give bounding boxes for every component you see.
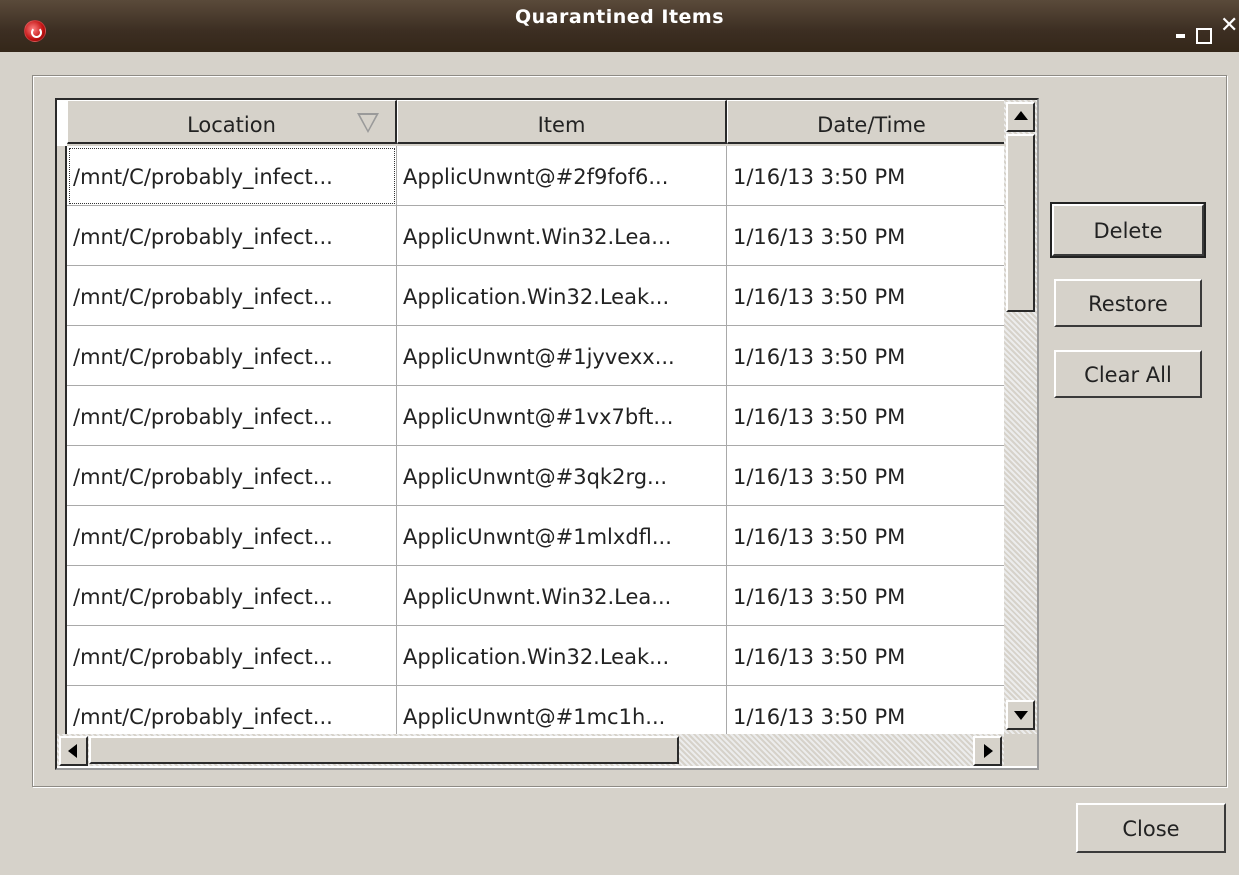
column-header-datetime[interactable]: Date/Time (727, 100, 1017, 144)
table-row[interactable]: /mnt/C/probably_infect... ApplicUnwnt.Wi… (67, 566, 1007, 626)
location-cell: /mnt/C/probably_infect... (67, 266, 397, 326)
clear-all-button[interactable]: Clear All (1054, 350, 1202, 398)
item-cell: Application.Win32.Leak... (397, 266, 727, 326)
item-cell: ApplicUnwnt.Win32.Lea... (397, 566, 727, 626)
column-header-label: Date/Time (817, 113, 926, 137)
vertical-scrollbar[interactable] (1004, 100, 1037, 734)
location-cell: /mnt/C/probably_infect... (67, 686, 397, 734)
datetime-cell: 1/16/13 3:50 PM (727, 446, 1007, 506)
item-cell: ApplicUnwnt@#1vx7bft... (397, 386, 727, 446)
scroll-down-button[interactable] (1006, 700, 1035, 730)
datetime-cell: 1/16/13 3:50 PM (727, 566, 1007, 626)
title-bar[interactable]: Quarantined Items ✕ (0, 0, 1239, 52)
datetime-cell: 1/16/13 3:50 PM (727, 686, 1007, 734)
datetime-cell: 1/16/13 3:50 PM (727, 626, 1007, 686)
scroll-up-button[interactable] (1006, 102, 1035, 132)
table-row[interactable]: /mnt/C/probably_infect... ApplicUnwnt@#1… (67, 506, 1007, 566)
horizontal-scrollbar[interactable] (57, 734, 1004, 766)
window-title: Quarantined Items (514, 6, 725, 28)
datetime-cell: 1/16/13 3:50 PM (727, 146, 1007, 206)
column-header-location[interactable]: Location (67, 100, 397, 144)
table-row[interactable]: /mnt/C/probably_infect... ApplicUnwnt@#1… (67, 326, 1007, 386)
arrow-right-icon (984, 744, 993, 758)
row-header-strip (57, 146, 67, 736)
item-cell: Application.Win32.Leak... (397, 626, 727, 686)
location-cell: /mnt/C/probably_infect... (67, 566, 397, 626)
delete-button[interactable]: Delete (1050, 202, 1206, 258)
location-cell: /mnt/C/probably_infect... (67, 206, 397, 266)
scroll-right-button[interactable] (973, 736, 1002, 766)
column-header-item[interactable]: Item (397, 100, 727, 144)
item-cell: ApplicUnwnt.Win32.Lea... (397, 206, 727, 266)
location-cell: /mnt/C/probably_infect... (67, 386, 397, 446)
close-window-icon[interactable]: ✕ (1220, 15, 1238, 37)
table-row[interactable]: /mnt/C/probably_infect... ApplicUnwnt.Wi… (67, 206, 1007, 266)
datetime-cell: 1/16/13 3:50 PM (727, 326, 1007, 386)
vertical-scroll-thumb[interactable] (1006, 134, 1035, 312)
table-row[interactable]: /mnt/C/probably_infect... ApplicUnwnt@#2… (67, 146, 1007, 206)
column-header-label: Item (537, 113, 586, 137)
arrow-left-icon (68, 744, 77, 758)
sort-descending-icon (357, 113, 379, 133)
table-row[interactable]: /mnt/C/probably_infect... ApplicUnwnt@#1… (67, 386, 1007, 446)
item-cell: ApplicUnwnt@#1mc1h... (397, 686, 727, 734)
datetime-cell: 1/16/13 3:50 PM (727, 206, 1007, 266)
scroll-left-button[interactable] (59, 736, 88, 766)
arrow-down-icon (1014, 711, 1028, 720)
datetime-cell: 1/16/13 3:50 PM (727, 506, 1007, 566)
datetime-cell: 1/16/13 3:50 PM (727, 266, 1007, 326)
quarantine-window: Quarantined Items ✕ Location Item Date/T… (0, 0, 1239, 875)
column-header-label: Location (187, 113, 276, 137)
location-cell: /mnt/C/probably_infect... (67, 326, 397, 386)
table-row[interactable]: /mnt/C/probably_infect... Application.Wi… (67, 626, 1007, 686)
location-cell: /mnt/C/probably_infect... (67, 446, 397, 506)
quarantine-table: Location Item Date/Time /mnt/C/probably_… (55, 98, 1039, 770)
item-cell: ApplicUnwnt@#2f9fof6... (397, 146, 727, 206)
location-cell: /mnt/C/probably_infect... (67, 146, 397, 206)
location-cell: /mnt/C/probably_infect... (67, 506, 397, 566)
item-cell: ApplicUnwnt@#1mlxdfl... (397, 506, 727, 566)
item-cell: ApplicUnwnt@#3qk2rg... (397, 446, 727, 506)
location-cell: /mnt/C/probably_infect... (67, 626, 397, 686)
close-button[interactable]: Close (1076, 803, 1226, 853)
restore-button[interactable]: Restore (1054, 279, 1202, 327)
table-header: Location Item Date/Time (67, 100, 1017, 146)
table-row[interactable]: /mnt/C/probably_infect... Application.Wi… (67, 266, 1007, 326)
table-row[interactable]: /mnt/C/probably_infect... ApplicUnwnt@#1… (67, 686, 1007, 734)
table-row[interactable]: /mnt/C/probably_infect... ApplicUnwnt@#3… (67, 446, 1007, 506)
arrow-up-icon (1014, 111, 1028, 120)
item-cell: ApplicUnwnt@#1jyvexx... (397, 326, 727, 386)
maximize-icon[interactable] (1196, 28, 1212, 44)
table-body: /mnt/C/probably_infect... ApplicUnwnt@#2… (67, 146, 1007, 734)
scrollbar-corner (1004, 734, 1037, 766)
datetime-cell: 1/16/13 3:50 PM (727, 386, 1007, 446)
horizontal-scroll-thumb[interactable] (89, 736, 679, 764)
